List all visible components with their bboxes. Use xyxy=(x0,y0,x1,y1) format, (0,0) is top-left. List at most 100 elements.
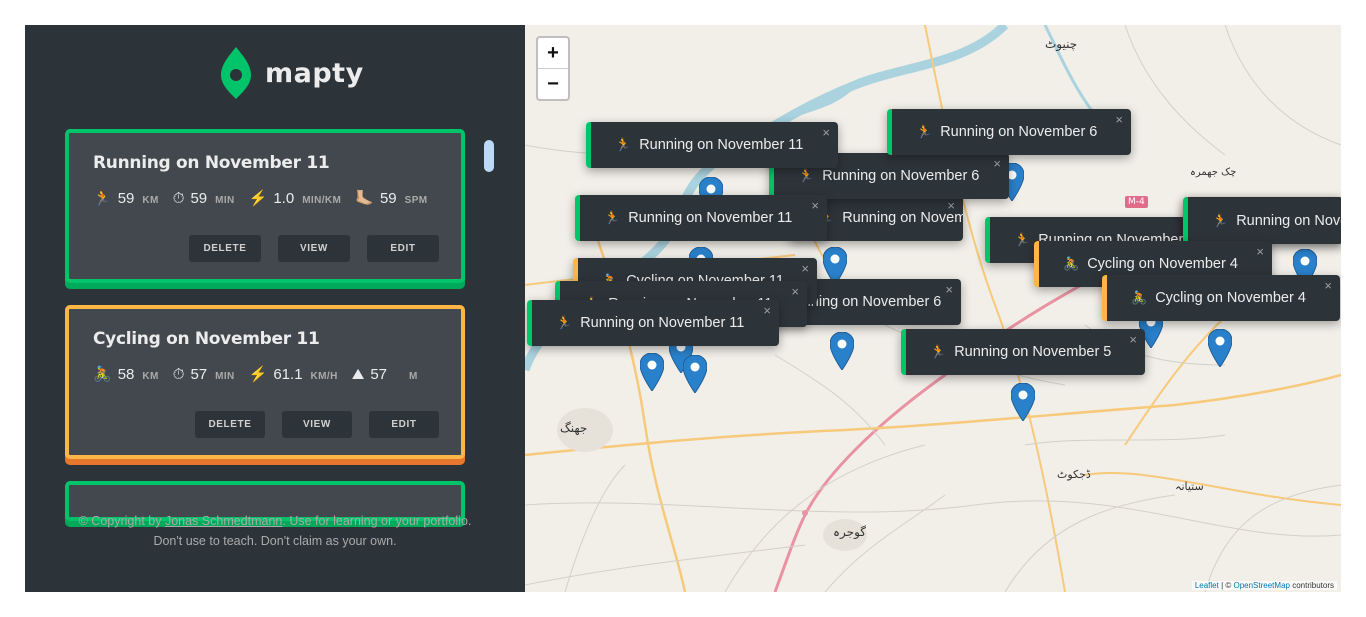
place-label: ڈجکوٹ xyxy=(1057,468,1091,481)
zoom-out-button[interactable]: − xyxy=(538,69,568,99)
place-label: چنیوٹ xyxy=(1045,37,1078,51)
workout-detail-elevation: ⛰ 57 M xyxy=(352,366,418,383)
close-icon[interactable]: × xyxy=(947,198,955,213)
workout-details: 🚴 58 KM ⏱ 57 MIN ⚡️ 61.1 KM/H ⛰ 57 M xyxy=(93,365,432,383)
workout-popup[interactable]: 🏃 Running on November 4 xyxy=(1183,198,1341,244)
workout-popup[interactable]: 🏃 Running on November 11 × xyxy=(586,122,838,168)
runner-icon: 🏃 xyxy=(1014,232,1031,247)
runner-icon: 🏃 xyxy=(916,124,933,139)
detail-unit: KM xyxy=(142,371,159,382)
footer-copyright: © Copyright by Jonas Schmedtmann. Use fo… xyxy=(25,511,525,551)
lightning-icon: ⚡️ xyxy=(248,366,268,383)
workout-detail-distance: 🏃 59 KM xyxy=(93,189,159,207)
zoom-in-button[interactable]: + xyxy=(538,38,568,69)
workout-popup[interactable]: 🏃 Running on November 11 × xyxy=(527,300,779,346)
close-icon[interactable]: × xyxy=(945,282,953,297)
close-icon[interactable]: × xyxy=(763,303,771,318)
detail-unit: KM xyxy=(142,195,159,206)
map-marker-icon[interactable] xyxy=(1011,383,1035,421)
close-icon[interactable]: × xyxy=(801,261,809,276)
runner-icon: 🏃 xyxy=(930,344,947,359)
workout-actions: DELETE VIEW EDIT xyxy=(178,411,439,438)
logo-text: mapty xyxy=(265,57,364,89)
workout-list[interactable]: Running on November 11 🏃 59 KM ⏱ 59 MIN … xyxy=(65,129,475,521)
workout-detail-duration: ⏱ 59 MIN xyxy=(173,190,235,207)
cyclist-icon: 🚴 xyxy=(1063,256,1080,271)
workout-popup[interactable]: 🏃 Running on November 11 × xyxy=(575,195,827,241)
delete-button[interactable]: DELETE xyxy=(195,411,265,438)
place-label: ستیانہ xyxy=(1175,480,1204,493)
runner-icon: 🏃 xyxy=(615,137,632,152)
workout-card-running[interactable]: Running on November 11 🏃 59 KM ⏱ 59 MIN … xyxy=(65,129,465,283)
popup-text: Running on November 5 xyxy=(954,344,1112,360)
cyclist-icon: 🚴 xyxy=(93,366,112,383)
close-icon[interactable]: × xyxy=(1129,332,1137,347)
runner-icon: 🏃 xyxy=(93,190,112,207)
leaflet-link[interactable]: Leaflet xyxy=(1195,581,1219,590)
popup-text: Running on November 11 xyxy=(580,315,745,331)
zoom-control: + − xyxy=(536,36,570,101)
mountain-icon: ⛰ xyxy=(351,366,365,383)
stopwatch-icon: ⏱ xyxy=(172,366,185,383)
place-label: چک جھمرہ xyxy=(1190,167,1237,178)
view-button[interactable]: VIEW xyxy=(282,411,352,438)
runner-icon: 🏃 xyxy=(798,168,815,183)
popup-text: Running on November 11 xyxy=(628,210,793,226)
workout-detail-duration: ⏱ 57 MIN xyxy=(173,366,235,383)
sidebar: mapty Running on November 11 🏃 59 KM ⏱ 5… xyxy=(25,25,525,592)
workout-popup[interactable]: 🚴 Cycling on November 4 × xyxy=(1102,275,1340,321)
road-label: M-4 xyxy=(1125,196,1148,208)
close-icon[interactable]: × xyxy=(811,198,819,213)
view-button[interactable]: VIEW xyxy=(278,235,350,262)
runner-icon: 🏃 xyxy=(1212,213,1229,228)
popup-text: Cycling on November 4 xyxy=(1087,256,1238,272)
map-pin-logo-icon xyxy=(221,47,251,99)
workout-popup[interactable]: 🏃 Running on November 6 × xyxy=(887,109,1131,155)
lightning-icon: ⚡️ xyxy=(248,190,268,207)
workout-detail-cadence: 🦶🏼 59 SPM xyxy=(355,189,427,207)
attribution-sep: | © xyxy=(1218,581,1234,590)
workout-details: 🏃 59 KM ⏱ 59 MIN ⚡️ 1.0 MIN/KM 🦶🏼 59 SPM xyxy=(93,189,442,207)
popup-text: Cycling on November 4 xyxy=(1155,290,1306,306)
close-icon[interactable]: × xyxy=(822,125,830,140)
workout-actions: DELETE VIEW EDIT xyxy=(172,235,439,262)
runner-icon: 🏃 xyxy=(604,210,621,225)
footer-line2: Don't use to teach. Don't claim as your … xyxy=(153,534,397,548)
attribution-rest: contributors xyxy=(1289,581,1334,590)
detail-value: 59 xyxy=(190,190,208,207)
edit-button[interactable]: EDIT xyxy=(369,411,439,438)
detail-unit: MIN xyxy=(215,195,235,206)
map-marker-icon[interactable] xyxy=(640,353,664,391)
close-icon[interactable]: × xyxy=(791,284,799,299)
map-attribution: Leaflet | © OpenStreetMap contributors xyxy=(1191,581,1337,590)
osm-link[interactable]: OpenStreetMap xyxy=(1233,581,1289,590)
map-marker-icon[interactable] xyxy=(683,355,707,393)
detail-unit: M xyxy=(409,371,418,382)
workout-detail-speed: ⚡️ 61.1 KM/H xyxy=(249,365,338,383)
close-icon[interactable]: × xyxy=(1324,278,1332,293)
workout-card-cycling[interactable]: Cycling on November 11 🚴 58 KM ⏱ 57 MIN … xyxy=(65,305,465,459)
map[interactable]: چنیوٹ چک جھمرہ جھنگ ڈجکوٹ ستیانہ گوجرہ M… xyxy=(525,25,1341,592)
logo: mapty xyxy=(221,47,364,99)
detail-value: 59 xyxy=(117,190,135,207)
cyclist-icon: 🚴 xyxy=(1131,290,1148,305)
detail-value: 59 xyxy=(379,190,397,207)
popup-text: Running on November 6 xyxy=(940,124,1098,140)
map-marker-icon[interactable] xyxy=(830,332,854,370)
edit-button[interactable]: EDIT xyxy=(367,235,439,262)
close-icon[interactable]: × xyxy=(993,156,1001,171)
popup-text: Running on November 4 xyxy=(1236,213,1341,229)
delete-button[interactable]: DELETE xyxy=(189,235,261,262)
detail-unit: MIN xyxy=(215,371,235,382)
detail-value: 58 xyxy=(117,366,135,383)
footer-prefix: © Copyright by xyxy=(78,514,165,528)
map-marker-icon[interactable] xyxy=(1208,329,1232,367)
workout-popup[interactable]: 🏃 Running on November 5 × xyxy=(901,329,1145,375)
close-icon[interactable]: × xyxy=(1256,244,1264,259)
detail-value: 1.0 xyxy=(273,190,295,207)
detail-unit: KM/H xyxy=(310,371,338,382)
popup-text: Running on November 6 xyxy=(822,168,980,184)
author-link[interactable]: Jonas Schmedtmann xyxy=(165,514,282,528)
scrollbar-thumb[interactable] xyxy=(484,140,494,172)
close-icon[interactable]: × xyxy=(1115,112,1123,127)
